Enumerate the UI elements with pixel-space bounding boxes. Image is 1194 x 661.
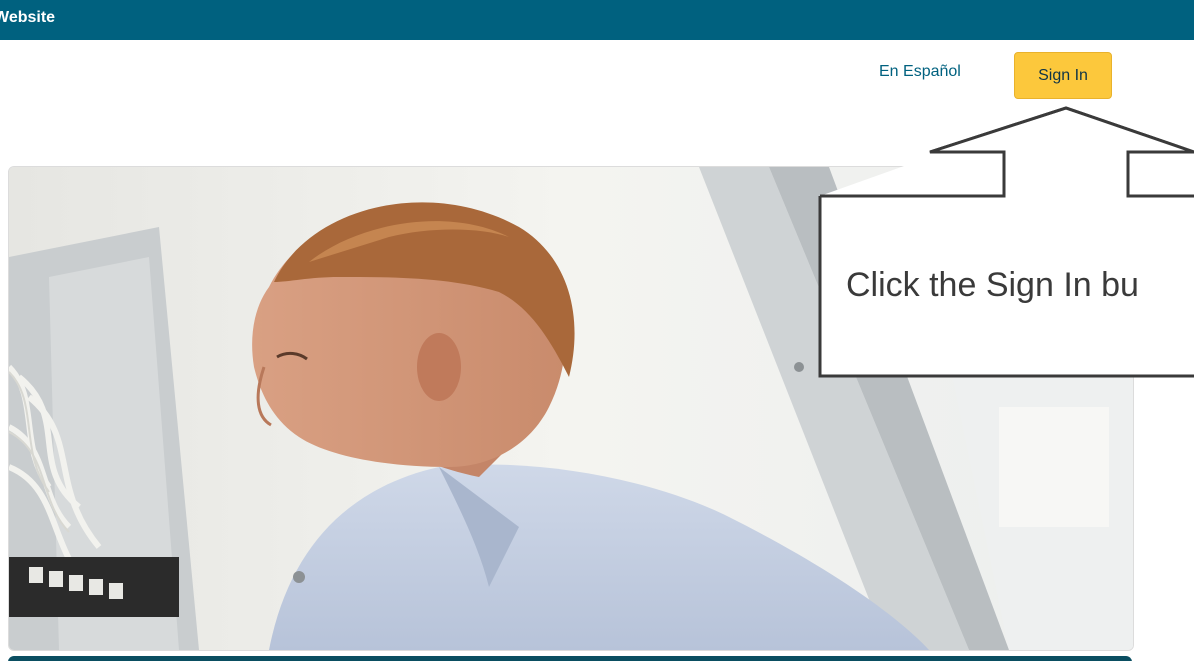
- page: Website En Español Sign In Click the Sig…: [0, 0, 1194, 661]
- callout-text: Click the Sign In bu: [846, 266, 1139, 304]
- language-link-spanish[interactable]: En Español: [879, 63, 961, 81]
- header-bar: Website: [0, 0, 1194, 40]
- footer-bar: [8, 656, 1132, 661]
- callout-text-box: Click the Sign In bu: [820, 196, 1194, 376]
- site-title: Website: [0, 9, 56, 26]
- sign-in-button[interactable]: Sign In: [1014, 52, 1112, 99]
